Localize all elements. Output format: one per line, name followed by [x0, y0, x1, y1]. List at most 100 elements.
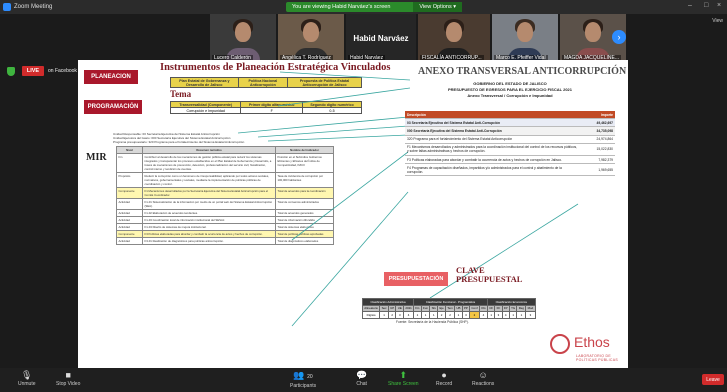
ethos-logo-name: Ethos — [574, 334, 610, 350]
maximize-icon[interactable]: □ — [704, 2, 708, 9]
key-digit-cell: 3 — [461, 311, 471, 319]
annex-description: F4 Programas de capacitación diseñados, … — [405, 163, 581, 177]
ethos-logo-icon — [550, 334, 570, 354]
annex-description: 000 Secretaría Ejecutiva del Sistema Est… — [405, 126, 581, 136]
participant-face — [235, 22, 251, 42]
participant-name-large: Habid Narváez — [353, 33, 409, 43]
chat-label: Chat — [356, 381, 367, 387]
unmute-button[interactable]: 🎙 Unmute — [18, 370, 36, 387]
share-screen-icon: ⬆ — [399, 370, 408, 380]
annex-amount: 24,974,864 — [581, 135, 615, 144]
key-header-row: Alineatorio Sec UP UE 2021 Fin Fun Sfu Eje Tem UB P… — [361, 304, 536, 313]
key-header-cell: PP — [461, 304, 471, 313]
next-page-arrow-icon[interactable]: › — [612, 30, 626, 44]
connector-line — [279, 71, 411, 81]
annex-amount: 15,022,830 — [581, 143, 615, 156]
participant-face — [303, 22, 319, 42]
participants-button[interactable]: 👥 20 Participants — [290, 370, 316, 389]
budget-key-table: Clasificación Administrativa Clasificaci… — [361, 298, 536, 319]
annex-amount: 49,462,697 — [581, 118, 615, 128]
participant-tile[interactable]: Marco E. Pfeiffer Vidal — [492, 14, 558, 62]
key-header-cell: Sec — [379, 304, 389, 313]
reactions-button[interactable]: ☺ Reactions — [472, 370, 494, 387]
key-header-cell: Reg — [516, 304, 527, 313]
leave-button[interactable]: Leave — [702, 374, 724, 385]
annex-table-body: Descripción Importe 03 Secretaría Ejecutiv… — [405, 111, 615, 177]
annex-title: ANEXO TRANSVERSAL ANTICORRUPCIÓN — [418, 66, 627, 77]
key-group-header: Clasificación Administrativa — [361, 298, 415, 306]
participant-tile-active-speaker[interactable]: Habid Narváez Habid Narváez — [346, 14, 416, 62]
share-banner-text: You are viewing Habid Narváez's screen — [292, 4, 391, 10]
participant-face — [585, 22, 601, 42]
key-digit-cell: 2 — [437, 311, 446, 319]
participant-face — [446, 22, 462, 42]
source-note: Fuente: Secretaría de la Hacienda Públic… — [396, 320, 469, 324]
annex-subtitle: PRESUPUESTO DE EGRESOS PARA EL EJERCICIO… — [447, 87, 573, 92]
share-screen-label: Share Screen — [388, 381, 419, 387]
meeting-toolbar: 🎙 Unmute ■ Stop Video 👥 20 Participants … — [0, 368, 727, 392]
close-icon[interactable]: × — [717, 2, 721, 9]
key-digit-cell: 1 — [413, 311, 422, 319]
annex-description: F1 Mecanismos desarrollados y administra… — [405, 143, 581, 156]
microphone-muted-icon: 🎙 — [21, 370, 33, 380]
key-header-cell: 2021 — [403, 304, 415, 313]
gallery-view-toggle[interactable]: View — [712, 18, 723, 24]
key-digit-cell: 4 — [478, 311, 488, 319]
annex-row: 000 Secretaría Ejecutiva del Sistema Est… — [405, 126, 615, 136]
view-options-button[interactable]: View Options ▾ — [413, 2, 462, 12]
annex-row: F3 Políticas elaboradas para abordar y c… — [405, 155, 615, 165]
key-header-cell: Fun — [420, 304, 431, 313]
annex-subtitle: GOBIERNO DEL ESTADO DE JALISCO — [473, 81, 547, 86]
key-group-header: Clasificación Económica — [486, 298, 536, 306]
key-digit-cell: 1 — [420, 311, 431, 319]
record-button[interactable]: ● Record — [436, 370, 452, 387]
key-header-cell: Sfu — [429, 304, 439, 313]
connector-line — [257, 125, 409, 138]
share-screen-button[interactable]: ⬆ Share Screen — [388, 370, 419, 387]
live-destination: on Facebook — [48, 68, 77, 74]
minimize-icon[interactable]: – — [688, 2, 692, 9]
annex-amount: Importe — [581, 111, 615, 120]
annex-description: 03 Secretaría Ejecutiva del Sistema Esta… — [405, 118, 581, 128]
connector-line — [277, 87, 411, 107]
reactions-label: Reactions — [472, 381, 495, 387]
key-digit-cell: 3 — [525, 311, 536, 319]
key-header-cell: OG — [478, 304, 488, 313]
stop-video-button[interactable]: ■ Stop Video — [56, 370, 80, 387]
record-label: Record — [436, 381, 453, 387]
annex-description: 320 Programa para el fortalecimiento del… — [405, 135, 581, 144]
live-badge[interactable]: LIVE — [22, 66, 44, 76]
participant-strip: Lucero Calderón Angélica T. Rodríguez Ha… — [210, 14, 630, 62]
annex-amount: 7,982,379 — [581, 155, 615, 165]
presupuestacion-button: PRESUPUESTACIÓN — [384, 272, 448, 286]
key-digit-cell: 1 — [508, 311, 518, 319]
key-digit-cell: 1 — [516, 311, 527, 319]
key-digit-cell: 3 — [395, 311, 405, 319]
key-digit-cell: 2 — [444, 311, 456, 319]
key-digit-cell: 1 — [429, 311, 439, 319]
participant-tile[interactable]: FISCALÍA ANTICORRUP... — [418, 14, 490, 62]
participants-count: 20 — [307, 374, 313, 380]
key-digit-cell: 4 — [501, 311, 510, 319]
key-header-cell: Mod — [525, 304, 536, 313]
participant-tile[interactable]: Angélica T. Rodríguez — [278, 14, 344, 62]
connector-line — [291, 151, 409, 241]
connector-lines — [237, 71, 579, 327]
clave-line: PRESUPUESTAL — [456, 274, 523, 284]
annex-amount: 1,969,655 — [581, 163, 615, 177]
participant-face — [517, 22, 533, 42]
window-title: Zoom Meeting — [14, 4, 53, 10]
annex-description: F3 Políticas elaboradas para abordar y c… — [405, 155, 581, 165]
key-header-cell: Eje — [437, 304, 446, 313]
participant-tile[interactable]: Lucero Calderón — [210, 14, 276, 62]
key-header-cell: FF — [494, 304, 503, 313]
security-shield-icon[interactable] — [7, 67, 15, 76]
key-digit-row: Dígitos 1 2 3 4 1 1 1 2 2 1 3 2 4 1 3 4 1 1 3 — [361, 311, 536, 319]
chat-button[interactable]: 💬 Chat — [356, 370, 367, 387]
key-header-cell: UP — [387, 304, 397, 313]
annex-row: Descripción Importe — [405, 111, 615, 120]
annex-row: 320 Programa para el fortalecimiento del… — [405, 135, 615, 144]
key-header-cell: Fin — [413, 304, 422, 313]
key-digit-cell: 2 — [469, 311, 480, 319]
chat-icon: 💬 — [356, 370, 368, 380]
